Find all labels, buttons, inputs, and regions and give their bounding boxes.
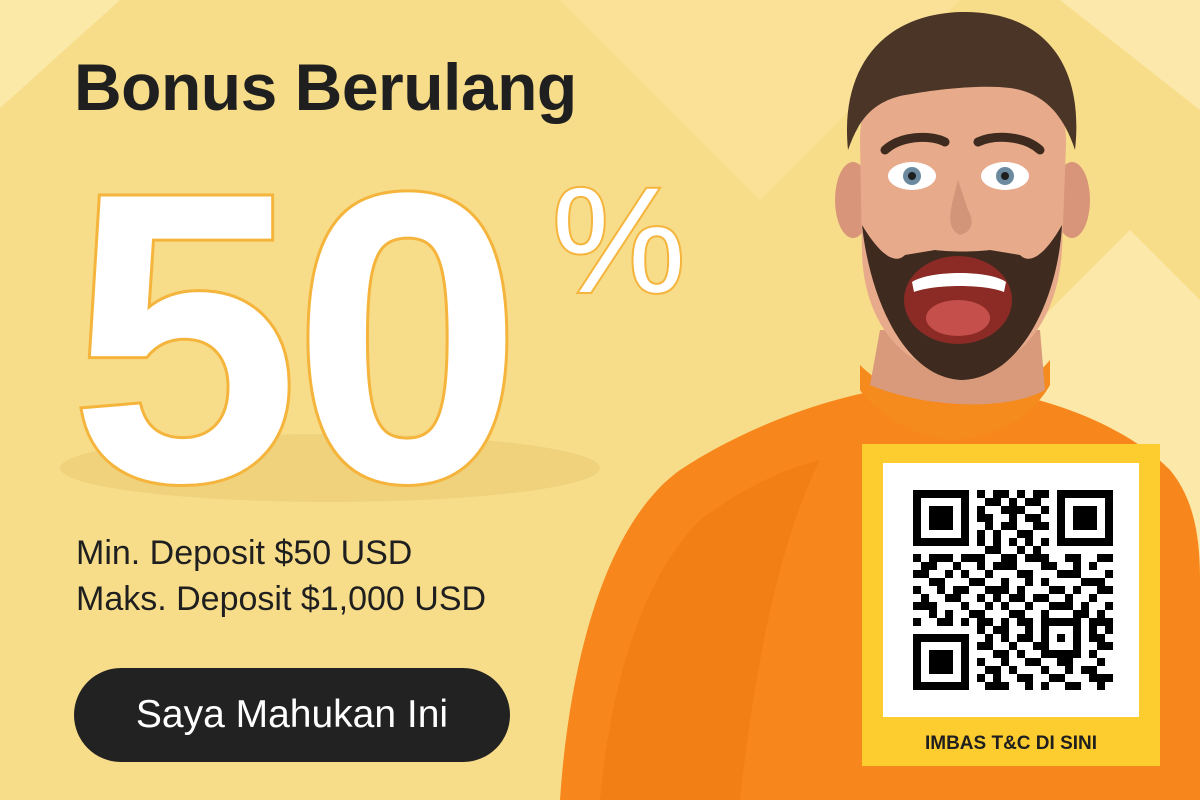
qr-code-icon[interactable] (913, 490, 1113, 690)
qr-caption: IMBAS T&C DI SINI (924, 733, 1098, 754)
max-deposit-text: Maks. Deposit $1,000 USD (76, 580, 487, 618)
promo-title: Bonus Berulang (74, 50, 577, 124)
qr-code-frame (883, 463, 1139, 717)
promo-banner: Bonus Berulang 50 % Min. Deposit $50 USD… (0, 0, 1200, 800)
claim-bonus-button[interactable]: Saya Mahukan Ini (74, 668, 510, 762)
qr-card[interactable]: IMBAS T&C DI SINI (862, 444, 1160, 766)
bonus-number: 50 (70, 150, 516, 530)
min-deposit-text: Min. Deposit $50 USD (76, 534, 413, 572)
